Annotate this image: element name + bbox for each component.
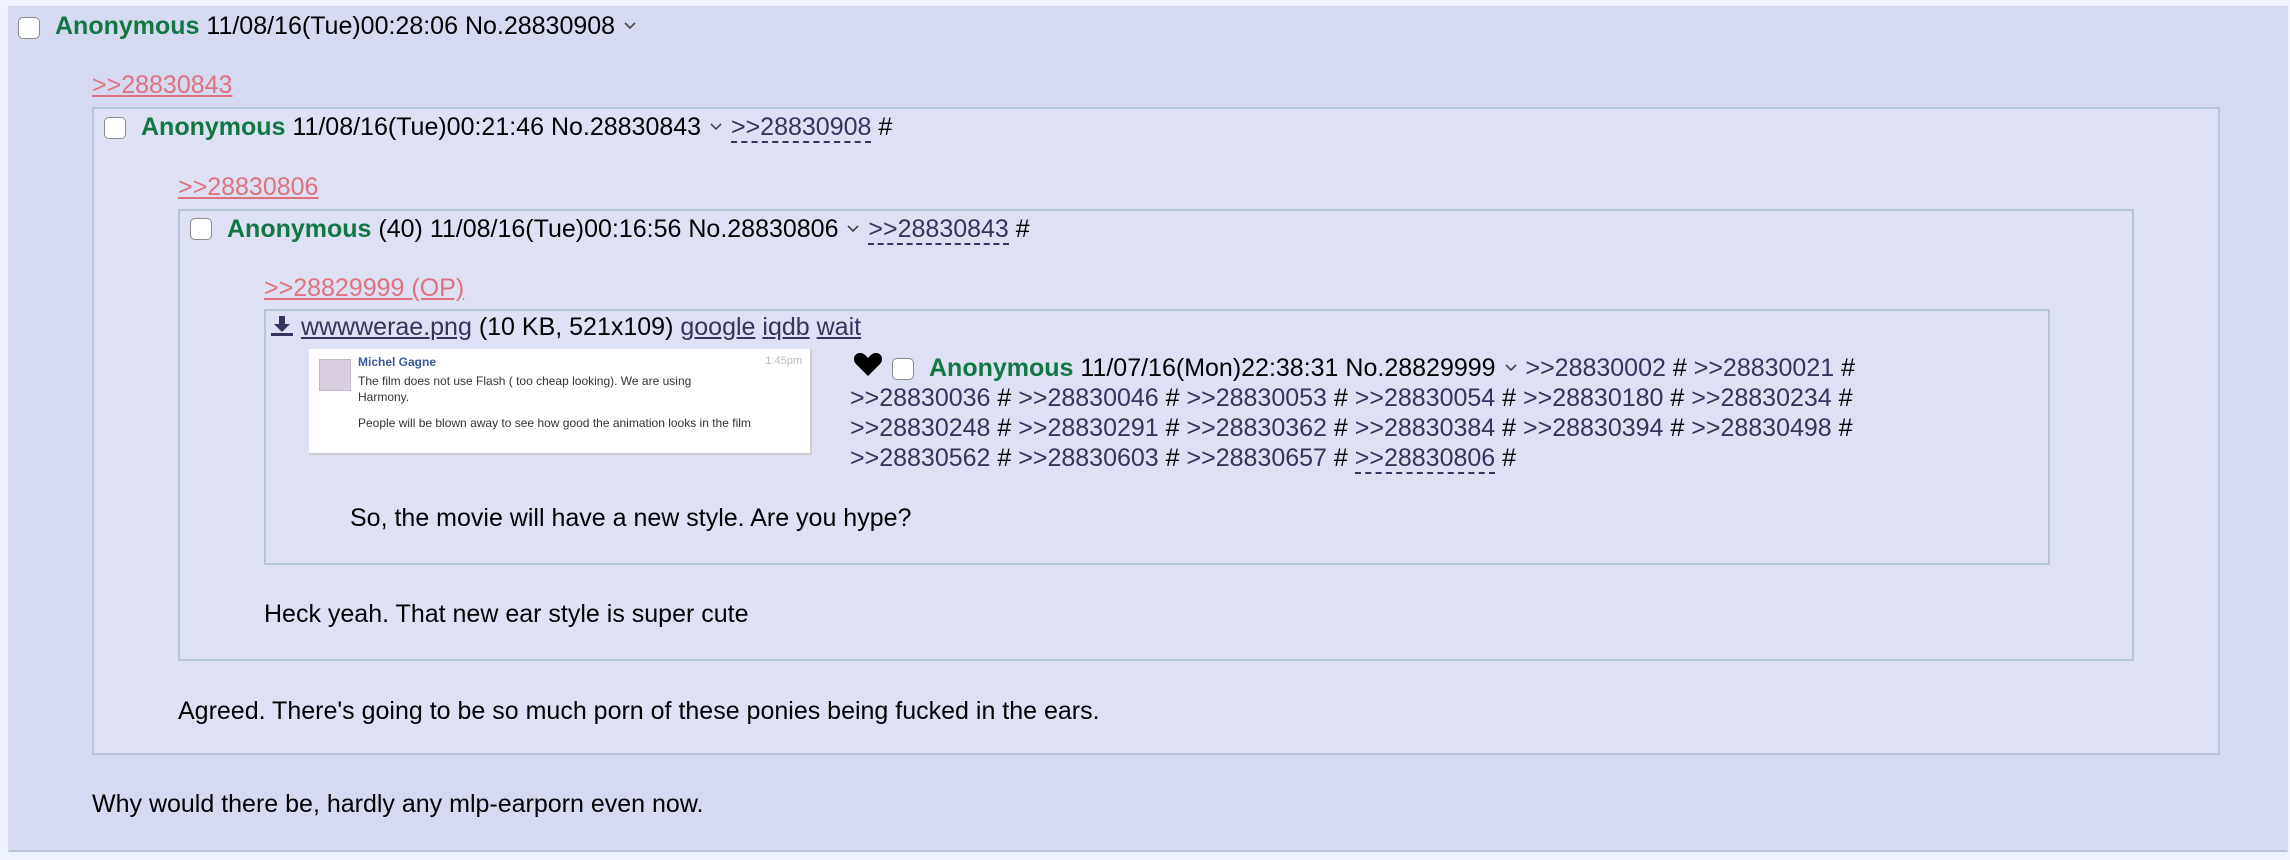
quote-link[interactable]: >>28830843 [92,71,232,100]
thumb-text: People will be blown away to see how goo… [358,416,751,430]
post-datetime: 11/07/16(Mon)22:38:31 [1080,354,1339,382]
backlink[interactable]: >>28830498 [1691,414,1831,442]
post-number[interactable]: No.28830806 [688,215,838,243]
hash-link[interactable]: # [1166,444,1180,472]
backlink[interactable]: >>28830054 [1355,384,1495,412]
hash-link[interactable]: # [997,444,1011,472]
backlink[interactable]: >>28830394 [1523,414,1663,442]
hash-link[interactable]: # [1334,384,1348,412]
file-meta: (10 KB, 521x109) [478,313,674,341]
chevron-down-icon[interactable] [845,220,861,236]
quote-link[interactable]: >>28829999 (OP) [264,274,464,303]
backlink[interactable]: >>28830021 [1694,354,1834,382]
post-checkbox[interactable] [190,218,212,240]
hash-link[interactable]: # [1841,354,1855,382]
post-header: Anonymous 11/07/16(Mon)22:38:31 No.28829… [850,353,1990,474]
hash-link[interactable]: # [1670,384,1684,412]
hash-link[interactable]: # [1502,414,1516,442]
post-datetime: 11/08/16(Tue)00:28:06 [206,12,458,40]
post-count: (40) [378,215,423,243]
hash-link[interactable]: # [1166,384,1180,412]
hash-link[interactable]: # [1670,414,1684,442]
hash-link[interactable]: # [1839,414,1853,442]
google-link[interactable]: google [680,313,755,341]
backlink[interactable]: >>28830562 [850,444,990,472]
thumb-author: Michel Gagne [358,355,437,369]
backlink[interactable]: >>28830603 [1018,444,1158,472]
poster-name: Anonymous [141,113,286,141]
backlink[interactable]: >>28830908 [730,113,872,143]
backlink[interactable]: >>28830180 [1523,384,1663,412]
backlink[interactable]: >>28830384 [1355,414,1495,442]
post-header: Anonymous 11/08/16(Tue)00:21:46 No.28830… [141,113,892,143]
backlink[interactable]: >>28830362 [1187,414,1327,442]
chevron-down-icon[interactable] [708,118,724,134]
post-checkbox[interactable] [104,117,126,139]
post-number[interactable]: No.28830843 [551,113,701,141]
post-datetime: 11/08/16(Tue)00:16:56 [429,215,682,243]
hash-link[interactable]: # [1334,414,1348,442]
post-checkbox[interactable] [18,17,40,39]
poster-name: Anonymous [929,354,1074,382]
file-thumbnail[interactable]: Michel Gagne 1:45pm The film does not us… [309,349,812,455]
backlink[interactable]: >>28830806 [1354,444,1496,474]
hash-link[interactable]: # [1839,384,1853,412]
thumb-text: The film does not use Flash ( too cheap … [358,374,692,404]
chevron-down-icon[interactable] [1503,359,1519,375]
iqdb-link[interactable]: iqdb [762,313,809,341]
chevron-down-icon[interactable] [622,17,638,33]
post-comment: Agreed. There's going to be so much porn… [178,697,1100,725]
backlink[interactable]: >>28830657 [1187,444,1327,472]
post-header: Anonymous 11/08/16(Tue)00:28:06 No.28830… [55,12,638,41]
hash-link[interactable]: # [997,384,1011,412]
hash-link[interactable]: # [1334,444,1348,472]
hash-link[interactable]: # [878,113,892,141]
post-comment: Why would there be, hardly any mlp-earpo… [92,790,704,818]
quote-link[interactable]: >>28830806 [178,173,318,202]
file-info: wwwwerae.png (10 KB, 521x109) google iqd… [270,313,861,342]
backlink[interactable]: >>28830291 [1018,414,1158,442]
hash-link[interactable]: # [1502,384,1516,412]
backlink[interactable]: >>28830046 [1018,384,1158,412]
poster-name: Anonymous [227,215,372,243]
hash-link[interactable]: # [1166,414,1180,442]
post-datetime: 11/08/16(Tue)00:21:46 [292,113,544,141]
backlink[interactable]: >>28830843 [868,215,1009,245]
post-number[interactable]: No.28829999 [1345,354,1495,382]
download-icon[interactable] [270,313,294,341]
backlink[interactable]: >>28830053 [1187,384,1327,412]
file-name-link[interactable]: wwwwerae.png [301,313,472,341]
backlink[interactable]: >>28830248 [850,414,990,442]
hash-link[interactable]: # [1016,215,1030,243]
hash-link[interactable]: # [997,414,1011,442]
backlink[interactable]: >>28830036 [850,384,990,412]
backlink[interactable]: >>28830234 [1691,384,1831,412]
post-header: Anonymous (40) 11/08/16(Tue)00:16:56 No.… [227,215,1030,245]
avatar [319,359,351,391]
thumb-time: 1:45pm [765,355,802,367]
post-comment: Heck yeah. That new ear style is super c… [264,600,749,628]
wait-link[interactable]: wait [817,313,861,341]
hash-link[interactable]: # [1502,444,1516,472]
backlink[interactable]: >>28830002 [1525,354,1665,382]
hash-link[interactable]: # [1673,354,1687,382]
poster-name: Anonymous [55,12,200,40]
post-number[interactable]: No.28830908 [465,12,615,40]
post-comment: So, the movie will have a new style. Are… [350,504,912,532]
